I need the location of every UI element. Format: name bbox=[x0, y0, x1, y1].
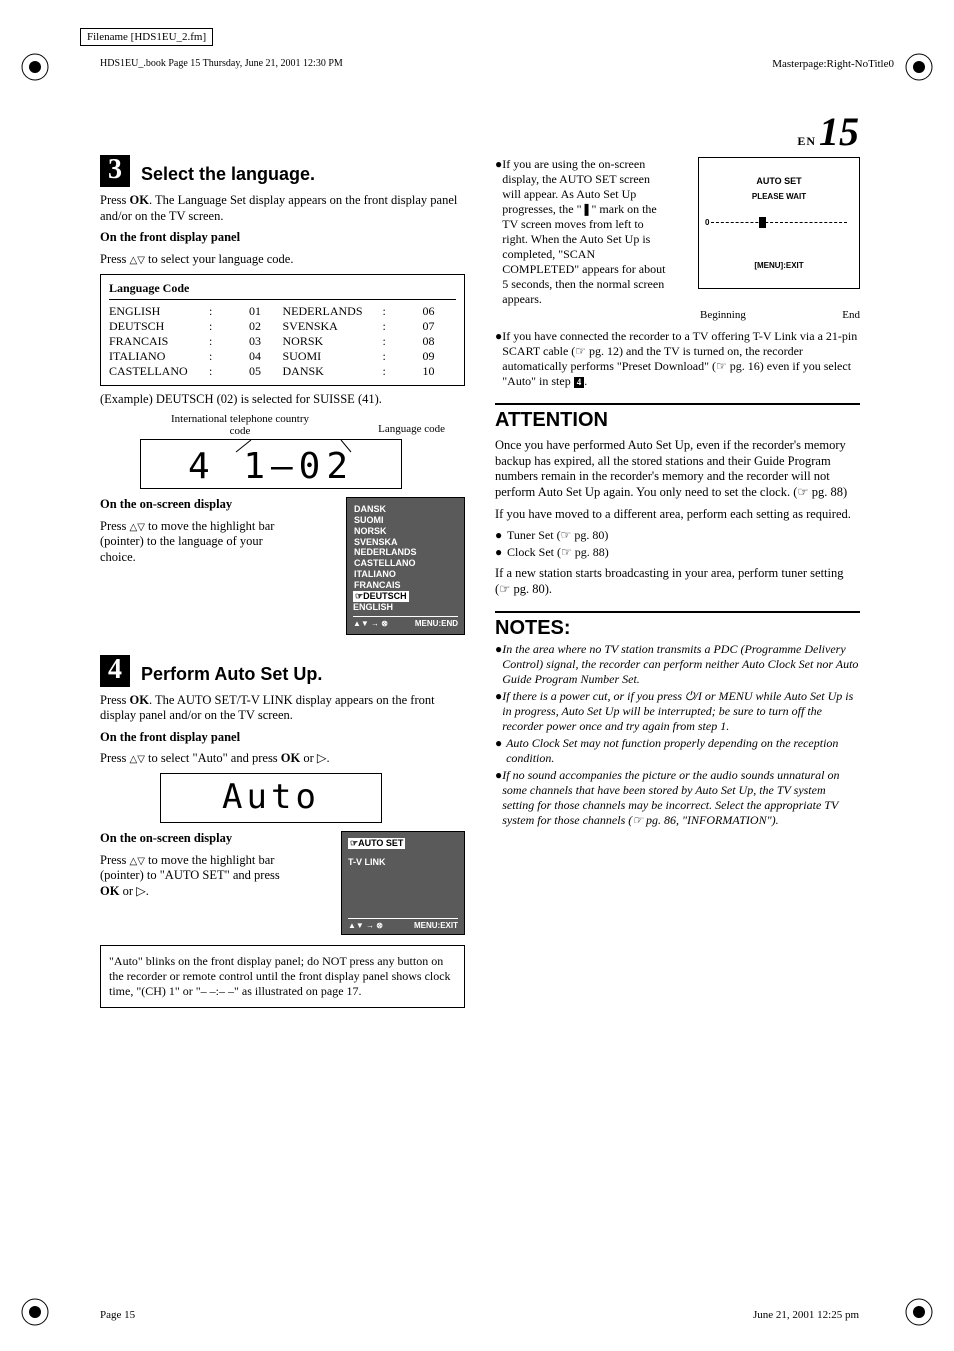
osd-lang-item: SUOMI bbox=[353, 515, 458, 526]
attention-p1: Once you have performed Auto Set Up, eve… bbox=[495, 438, 860, 501]
note-item: ●If there is a power cut, or if you pres… bbox=[495, 689, 860, 734]
lcd-display-4102: 4 1–02 bbox=[140, 439, 402, 489]
language-code-table: Language Code ENGLISH:01DEUTSCH:02FRANCA… bbox=[100, 274, 465, 386]
step-3-title: Select the language. bbox=[141, 164, 315, 187]
osd-lang-item: NEDERLANDS bbox=[353, 547, 458, 558]
triangle-up-down-icon: △▽ bbox=[130, 856, 145, 867]
osd-autoset-menu: ☞AUTO SET T-V LINK ▲▼ → ⊗ MENU:EXIT bbox=[341, 831, 465, 935]
osd-lang-item: ITALIANO bbox=[353, 569, 458, 580]
lang-row: DANSK:10 bbox=[283, 364, 457, 379]
osd-item-tvlink: T-V LINK bbox=[348, 857, 458, 867]
footer-date: June 21, 2001 12:25 pm bbox=[753, 1309, 859, 1321]
osd-menu-end: MENU:END bbox=[415, 619, 458, 628]
progress-bar bbox=[711, 222, 847, 223]
osd-lang-item: NORSK bbox=[353, 526, 458, 537]
attention-heading: ATTENTION bbox=[495, 403, 860, 432]
osd-nav-icons: ▲▼ → ⊗ bbox=[348, 921, 383, 930]
step3-p1: Press OK. The Language Set display appea… bbox=[100, 193, 465, 224]
label-end: End bbox=[842, 309, 860, 321]
step3-h1: On the front display panel bbox=[100, 230, 465, 246]
step-ref-4-icon: 4 bbox=[574, 377, 585, 388]
right-bullet-1: ●If you are using the on-screen display,… bbox=[495, 157, 670, 307]
svg-text:4 1–02: 4 1–02 bbox=[188, 446, 354, 487]
note-item: ●Auto Clock Set may not function properl… bbox=[495, 736, 860, 766]
step4-note-box: "Auto" blinks on the front display panel… bbox=[100, 945, 465, 1008]
crop-mark-bl bbox=[18, 1295, 52, 1329]
step3-example: (Example) DEUTSCH (02) is selected for S… bbox=[100, 392, 465, 408]
autoset-menuexit: [MENU]:EXIT bbox=[699, 261, 859, 270]
crop-mark-tr bbox=[902, 50, 936, 84]
attention-p2: If you have moved to a different area, p… bbox=[495, 507, 860, 523]
step-4-header: 4 Perform Auto Set Up. bbox=[100, 655, 465, 687]
page-number: EN 15 bbox=[797, 108, 859, 155]
book-line: HDS1EU_.book Page 15 Thursday, June 21, … bbox=[100, 58, 343, 69]
osd-selected-deutsch: ☞DEUTSCH bbox=[353, 591, 409, 602]
lang-row: ITALIANO:04 bbox=[109, 349, 283, 364]
lang-row: NEDERLANDS:06 bbox=[283, 304, 457, 319]
lang-row: SVENSKA:07 bbox=[283, 319, 457, 334]
lang-row: FRANCAIS:03 bbox=[109, 334, 283, 349]
masterpage-label: Masterpage:Right-NoTitle0 bbox=[772, 58, 894, 70]
step-3-number: 3 bbox=[100, 155, 130, 187]
triangle-up-down-icon: △▽ bbox=[130, 255, 145, 266]
step-4-title: Perform Auto Set Up. bbox=[141, 664, 322, 687]
crop-mark-br bbox=[902, 1295, 936, 1329]
lang-row: ENGLISH:01 bbox=[109, 304, 283, 319]
osd-lang-item: CASTELLANO bbox=[353, 558, 458, 569]
osd-menu-exit: MENU:EXIT bbox=[414, 921, 458, 930]
step-4-number: 4 bbox=[100, 655, 130, 687]
osd-item-english: ENGLISH bbox=[353, 602, 458, 612]
attention-li2: ●Clock Set (☞ pg. 88) bbox=[495, 545, 860, 560]
note-item: ●If no sound accompanies the picture or … bbox=[495, 768, 860, 828]
language-code-header: Language Code bbox=[109, 281, 456, 300]
autoset-progress-screen: AUTO SET PLEASE WAIT 0 [MENU]:EXIT bbox=[698, 157, 860, 289]
osd-lang-item: DANSK bbox=[353, 504, 458, 515]
attention-li1: ●Tuner Set (☞ pg. 80) bbox=[495, 528, 860, 543]
step3-p3: Press △▽ to move the highlight bar (poin… bbox=[100, 519, 280, 566]
step4-p3: Press △▽ to move the highlight bar (poin… bbox=[100, 853, 280, 899]
autoset-title: AUTO SET bbox=[699, 176, 859, 186]
step4-p2: Press △▽ to select "Auto" and press OK o… bbox=[100, 751, 465, 767]
right-bullet-2: ● If you have connected the recorder to … bbox=[495, 329, 860, 389]
triangle-up-down-icon: △▽ bbox=[130, 522, 145, 533]
note-item: ●In the area where no TV station transmi… bbox=[495, 642, 860, 687]
label-beginning: Beginning bbox=[700, 309, 746, 321]
notes-heading: NOTES: bbox=[495, 611, 860, 640]
osd-lang-item: SVENSKA bbox=[353, 537, 458, 548]
lang-row: NORSK:08 bbox=[283, 334, 457, 349]
crop-mark-tl bbox=[18, 50, 52, 84]
lang-row: DEUTSCH:02 bbox=[109, 319, 283, 334]
intl-code-label: International telephone country code bbox=[160, 413, 320, 437]
osd-lang-item: FRANCAIS bbox=[353, 580, 458, 591]
lang-row: SUOMI:09 bbox=[283, 349, 457, 364]
step4-h1: On the front display panel bbox=[100, 730, 465, 746]
progress-marker-icon bbox=[759, 217, 766, 228]
filename-box: Filename [HDS1EU_2.fm] bbox=[80, 28, 213, 46]
triangle-up-down-icon: △▽ bbox=[130, 754, 145, 765]
step-3-header: 3 Select the language. bbox=[100, 155, 465, 187]
footer-page: Page 15 bbox=[100, 1309, 135, 1321]
step4-p1: Press OK. The AUTO SET/T-V LINK display … bbox=[100, 693, 465, 724]
osd-language-menu: DANSKSUOMINORSKSVENSKANEDERLANDSCASTELLA… bbox=[346, 497, 465, 634]
lcd-display-auto: Auto bbox=[160, 773, 382, 823]
osd-nav-icons: ▲▼ → ⊗ bbox=[353, 619, 388, 628]
progress-zero: 0 bbox=[705, 218, 709, 227]
lang-row: CASTELLANO:05 bbox=[109, 364, 283, 379]
autoset-pleasewait: PLEASE WAIT bbox=[699, 192, 859, 201]
step3-p2: Press △▽ to select your language code. bbox=[100, 252, 465, 268]
attention-p3: If a new station starts broadcasting in … bbox=[495, 566, 860, 597]
lang-code-label: Language code bbox=[378, 423, 445, 435]
osd-selected-autoset: ☞AUTO SET bbox=[348, 838, 405, 849]
